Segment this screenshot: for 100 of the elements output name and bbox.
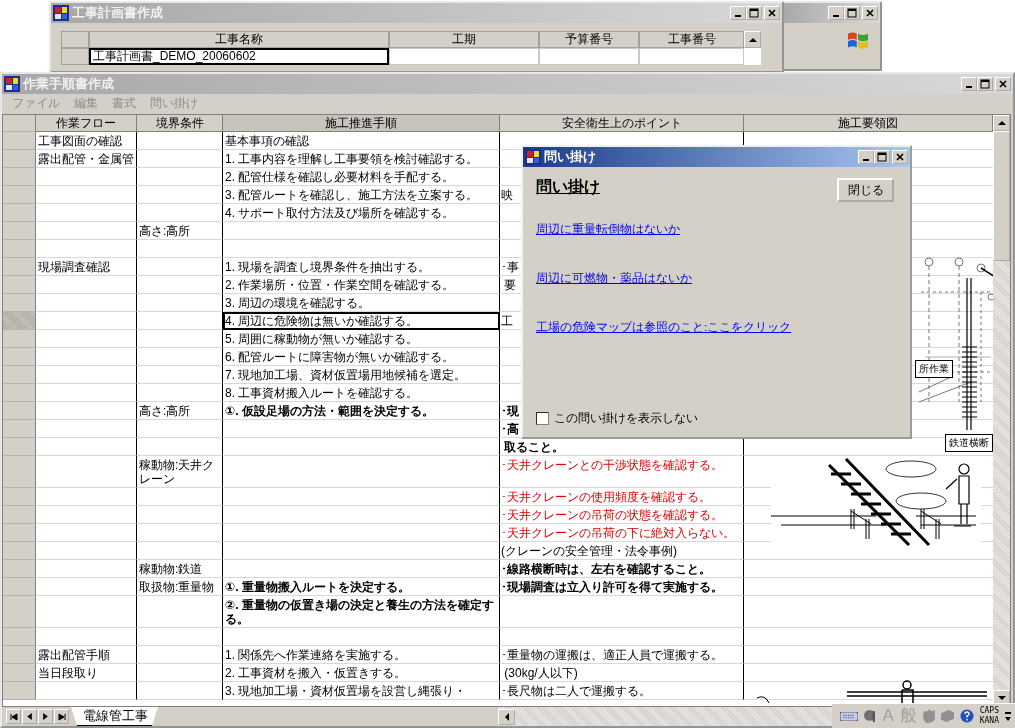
close-dialog-button[interactable]: 閉じる: [837, 178, 894, 202]
column-header: 安全衛生上のポイント: [500, 115, 744, 132]
keyboard-icon[interactable]: [840, 711, 859, 721]
row-header[interactable]: [3, 312, 36, 330]
row-header[interactable]: [3, 596, 36, 628]
sheet-nav-button[interactable]: [54, 709, 69, 724]
column-header: 施工要領図: [744, 115, 993, 132]
hand-icon[interactable]: [922, 709, 935, 723]
sheet-nav-button[interactable]: [22, 709, 37, 724]
row-header[interactable]: [3, 240, 36, 258]
row-header[interactable]: [3, 646, 36, 664]
minimize-icon: [833, 15, 839, 17]
table-cell: 現場調査確認: [36, 258, 137, 276]
row-header[interactable]: [3, 542, 36, 560]
table-cell: (クレーンの安全管理・法令事例): [500, 542, 744, 560]
kana-indicator: KANA: [979, 716, 999, 726]
caps-indicator: CAPS: [979, 706, 999, 716]
table-cell: 7. 現地加工場、資材仮置場用地候補を選定。: [223, 366, 500, 384]
row-header[interactable]: [3, 664, 36, 682]
row-header[interactable]: [3, 438, 36, 456]
maximize-icon: [980, 79, 990, 89]
caret-up-icon: [748, 37, 757, 42]
help-icon[interactable]: [959, 709, 974, 723]
row-header[interactable]: [3, 258, 36, 276]
menu-item[interactable]: 編集: [74, 94, 98, 112]
row-header[interactable]: [3, 204, 36, 222]
row-header[interactable]: [3, 506, 36, 524]
sheet-nav-button[interactable]: [38, 709, 53, 724]
caret-up-icon: [997, 121, 1006, 125]
diagram-label: 所作業: [915, 360, 953, 378]
row-header[interactable]: [3, 150, 36, 168]
maximize-icon: [847, 8, 857, 18]
row-header[interactable]: [3, 276, 36, 294]
minimize-icon: [735, 15, 741, 17]
row-header[interactable]: [3, 488, 36, 506]
close-icon: [895, 152, 905, 162]
scroll-left-button[interactable]: [498, 709, 515, 725]
checkbox[interactable]: [536, 412, 549, 425]
table-cell: ･重量物の運搬は、適正人員で運搬する。: [500, 646, 744, 664]
minimize-icon[interactable]: [1005, 711, 1011, 714]
question-link[interactable]: 周辺に重量転倒物はないか: [536, 222, 680, 237]
brush-icon[interactable]: [864, 709, 877, 723]
column-header: 工事番号: [639, 31, 744, 48]
table-cell: ②. 重量物の仮置き場の決定と養生の方法を確定する。: [223, 596, 500, 628]
vertical-scrollbar[interactable]: [993, 115, 1010, 706]
row-header[interactable]: [61, 48, 89, 65]
row-header[interactable]: [3, 524, 36, 542]
maximize-icon: [749, 8, 759, 18]
box-icon[interactable]: [940, 710, 954, 722]
row-header[interactable]: [3, 348, 36, 366]
menu-item[interactable]: 問い掛け: [150, 94, 198, 112]
corner-cell: [61, 31, 89, 48]
scroll-thumb[interactable]: [993, 131, 1010, 261]
sheet-nav-button[interactable]: [6, 709, 21, 724]
menu-item[interactable]: ファイル: [12, 94, 60, 112]
table-cell: 取扱物:重量物: [137, 578, 223, 596]
row-header[interactable]: [3, 456, 36, 488]
column-header: 工事名称: [89, 31, 389, 48]
table-cell: 露出配管手順: [36, 646, 137, 664]
table-cell: 基本事項の確認: [223, 132, 500, 150]
row-header[interactable]: [3, 560, 36, 578]
table-cell: ･長尺物は二人で運搬する。: [500, 682, 744, 700]
row-header[interactable]: [3, 366, 36, 384]
table-cell: ･天井クレーンの吊荷の状態を確認する。: [500, 506, 744, 524]
row-header[interactable]: [3, 132, 36, 150]
row-header[interactable]: [3, 294, 36, 312]
row-header[interactable]: [3, 682, 36, 700]
maximize-icon: [877, 152, 887, 162]
row-header[interactable]: [3, 168, 36, 186]
table-cell: 稼動物:鉄道: [137, 560, 223, 578]
row-header[interactable]: [3, 330, 36, 348]
app-icon: [525, 149, 541, 165]
maximize-button[interactable]: [874, 150, 890, 164]
windows-logo-icon: [848, 31, 868, 50]
table-cell: ①. 重量物搬入ルートを決定する。: [223, 578, 500, 596]
row-header[interactable]: [3, 384, 36, 402]
table-cell: 4. 周辺に危険物は無いか確認する。: [223, 312, 500, 330]
caret-down-icon: [997, 696, 1006, 700]
caret-down-icon[interactable]: [1005, 716, 1011, 721]
close-icon: [998, 79, 1008, 89]
table-cell: ･線路横断時は、左右を確認すること。: [500, 560, 744, 578]
app-icon: [53, 5, 69, 21]
scroll-up-button[interactable]: [744, 31, 761, 48]
menu-item[interactable]: 書式: [112, 94, 136, 112]
table-cell: 1. 現場を調査し境界条件を抽出する。: [223, 258, 500, 276]
row-header[interactable]: [3, 628, 36, 646]
minimize-button[interactable]: [858, 150, 874, 164]
row-header[interactable]: [3, 186, 36, 204]
row-header[interactable]: [3, 222, 36, 240]
row-header[interactable]: [3, 420, 36, 438]
minimize-icon: [966, 86, 972, 88]
scroll-up-button[interactable]: [993, 115, 1010, 131]
table-cell: 4. サポート取付方法及び場所を確認する。: [223, 204, 500, 222]
row-header[interactable]: [3, 578, 36, 596]
sheet-tab[interactable]: 電線管工事: [71, 707, 158, 726]
close-button[interactable]: [892, 150, 908, 164]
table-cell: 6. 配管ルートに障害物が無いか確認する。: [223, 348, 500, 366]
table-cell: 高さ:高所: [137, 402, 223, 420]
row-header[interactable]: [3, 402, 36, 420]
close-icon: [865, 8, 875, 18]
